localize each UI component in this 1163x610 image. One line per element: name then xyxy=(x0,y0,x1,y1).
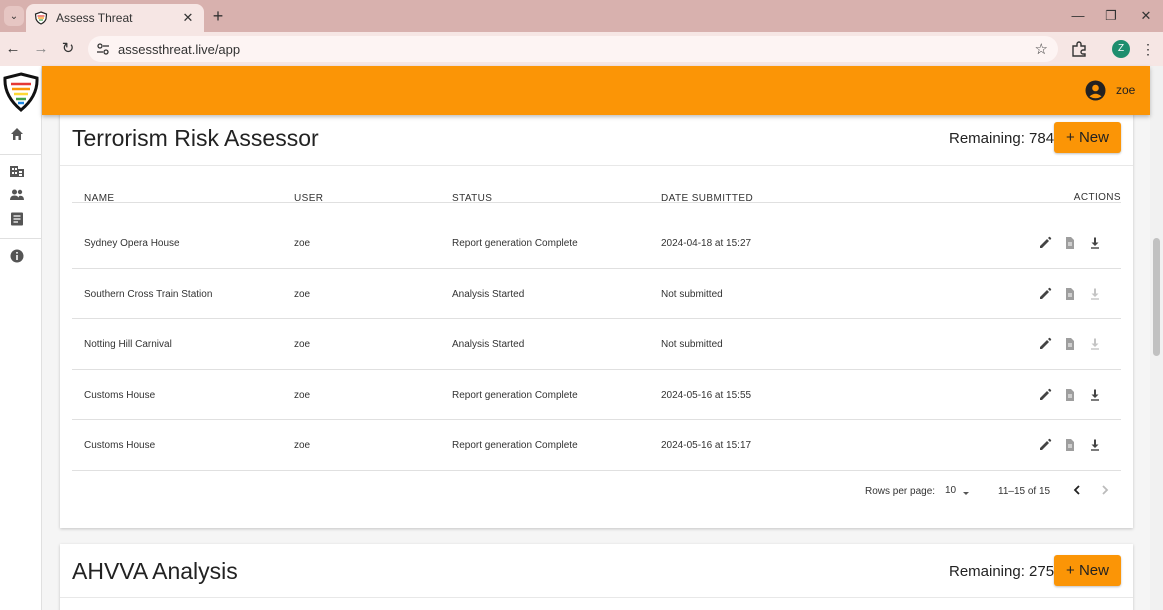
table-row[interactable]: Customs House zoe Report generation Comp… xyxy=(72,370,1121,420)
user-name[interactable]: zoe xyxy=(1116,83,1135,97)
people-icon[interactable] xyxy=(9,187,25,203)
report-document-icon[interactable] xyxy=(1063,438,1077,452)
profile-avatar[interactable]: Z xyxy=(1112,40,1130,58)
minimize-button[interactable]: — xyxy=(1067,6,1089,26)
table-pagination: Rows per page: 10 11–15 of 15 xyxy=(60,458,1133,497)
browser-menu-icon[interactable]: ⋮ xyxy=(1140,39,1156,59)
reload-icon[interactable]: ↻ xyxy=(58,39,78,59)
table-row[interactable]: Southern Cross Train Station zoe Analysi… xyxy=(72,269,1121,319)
new-assessment-button[interactable]: + New xyxy=(1054,122,1121,153)
building-icon[interactable] xyxy=(9,163,25,179)
cell-status: Analysis Started xyxy=(452,339,525,350)
browser-tab-bar: ⌄ Assess Threat ✕ + — ❐ ✕ xyxy=(0,0,1163,32)
download-icon[interactable] xyxy=(1088,388,1102,402)
previous-page-icon[interactable] xyxy=(1070,483,1084,497)
cell-date: Not submitted xyxy=(661,288,723,300)
address-bar[interactable]: assessthreat.live/app ☆ xyxy=(88,36,1058,62)
sidebar xyxy=(0,66,42,610)
home-icon[interactable] xyxy=(9,126,25,142)
edit-icon[interactable] xyxy=(1038,287,1052,301)
extensions-icon[interactable] xyxy=(1070,40,1088,58)
new-analysis-button[interactable]: + New xyxy=(1054,555,1121,586)
table-header: NAME USER STATUS DATE SUBMITTED ACTIONS xyxy=(72,165,1121,204)
account-circle-icon[interactable] xyxy=(1085,80,1106,101)
table-row[interactable]: Sydney Opera House zoe Report generation… xyxy=(72,218,1121,269)
close-window-button[interactable]: ✕ xyxy=(1135,6,1157,26)
new-tab-button[interactable]: + xyxy=(208,6,228,26)
cell-status: Report generation Complete xyxy=(452,389,578,401)
browser-toolbar: ← → ↻ assessthreat.live/app ☆ Z ⋮ xyxy=(0,32,1163,66)
remaining-count: Remaining: 275 xyxy=(949,563,1055,580)
tab-search-button[interactable]: ⌄ xyxy=(4,6,24,26)
cell-date: 2024-04-18 at 15:27 xyxy=(661,238,752,249)
cell-user: zoe xyxy=(294,288,311,300)
report-document-icon[interactable] xyxy=(1063,287,1077,301)
table-row[interactable]: Notting Hill Carnival zoe Analysis Start… xyxy=(72,319,1121,370)
cell-name: Customs House xyxy=(84,440,156,451)
cell-date: 2024-05-16 at 15:55 xyxy=(661,389,752,401)
column-header-user[interactable]: USER xyxy=(294,193,323,204)
cell-user: zoe xyxy=(294,339,311,350)
report-document-icon[interactable] xyxy=(1063,388,1077,402)
next-page-icon[interactable] xyxy=(1098,483,1112,497)
cell-name: Sydney Opera House xyxy=(84,238,180,249)
cell-user: zoe xyxy=(294,238,311,249)
rows-per-page-select[interactable]: 10 xyxy=(945,485,956,496)
cell-status: Analysis Started xyxy=(452,288,525,300)
cell-status: Report generation Complete xyxy=(452,238,578,249)
browser-tab[interactable]: Assess Threat ✕ xyxy=(26,4,204,32)
edit-icon[interactable] xyxy=(1038,337,1052,351)
edit-icon[interactable] xyxy=(1038,236,1052,250)
cell-name: Customs House xyxy=(84,389,156,401)
column-header-date[interactable]: DATE SUBMITTED xyxy=(661,193,753,204)
cell-status: Report generation Complete xyxy=(452,440,578,451)
forward-icon[interactable]: → xyxy=(31,39,51,59)
cell-date: Not submitted xyxy=(661,339,723,350)
cell-date: 2024-05-16 at 15:17 xyxy=(661,440,752,451)
dropdown-arrow-icon[interactable] xyxy=(959,486,973,500)
card-title: AHVVA Analysis xyxy=(72,558,238,584)
assessments-table: NAME USER STATUS DATE SUBMITTED ACTIONS … xyxy=(72,165,1121,471)
tab-title: Assess Threat xyxy=(56,11,133,25)
download-icon[interactable] xyxy=(1088,337,1102,351)
pagination-range: 11–15 of 15 xyxy=(998,486,1051,497)
sidebar-divider xyxy=(0,154,41,155)
cell-user: zoe xyxy=(294,440,311,451)
table-body: Sydney Opera House zoe Report generation… xyxy=(72,218,1121,471)
ahvva-analysis-card: AHVVA Analysis Remaining: 275 + New xyxy=(60,544,1133,610)
cell-user: zoe xyxy=(294,389,311,401)
maximize-button[interactable]: ❐ xyxy=(1100,6,1122,26)
cell-name: Southern Cross Train Station xyxy=(84,288,213,300)
url-text: assessthreat.live/app xyxy=(118,41,241,57)
download-icon[interactable] xyxy=(1088,438,1102,452)
card-title: Terrorism Risk Assessor xyxy=(72,125,319,151)
edit-icon[interactable] xyxy=(1038,438,1052,452)
download-icon[interactable] xyxy=(1088,236,1102,250)
edit-icon[interactable] xyxy=(1038,388,1052,402)
column-header-name[interactable]: NAME xyxy=(84,193,115,204)
scrollbar-thumb[interactable] xyxy=(1153,238,1160,356)
report-document-icon[interactable] xyxy=(1063,236,1077,250)
info-icon[interactable] xyxy=(9,248,25,264)
document-icon[interactable] xyxy=(9,211,25,227)
column-header-status[interactable]: STATUS xyxy=(452,193,492,204)
terrorism-assessor-card: Terrorism Risk Assessor Remaining: 784 +… xyxy=(60,100,1133,528)
report-document-icon[interactable] xyxy=(1063,337,1077,351)
download-icon[interactable] xyxy=(1088,287,1102,301)
sidebar-divider xyxy=(0,238,41,239)
tab-close-icon[interactable]: ✕ xyxy=(180,10,196,26)
remaining-count: Remaining: 784 xyxy=(949,130,1055,147)
site-settings-icon[interactable] xyxy=(96,42,110,56)
app-logo[interactable] xyxy=(3,72,39,112)
app-header: zoe xyxy=(42,66,1150,115)
card-divider xyxy=(60,597,1133,598)
shield-favicon-icon xyxy=(34,11,48,25)
page-scrollbar[interactable] xyxy=(1150,66,1163,610)
bookmark-star-icon[interactable]: ☆ xyxy=(1035,40,1048,58)
cell-name: Notting Hill Carnival xyxy=(84,339,172,350)
column-header-actions: ACTIONS xyxy=(1073,192,1121,203)
back-icon[interactable]: ← xyxy=(3,39,23,59)
rows-per-page-label: Rows per page: xyxy=(865,486,936,497)
table-header-spacer xyxy=(72,203,1121,218)
